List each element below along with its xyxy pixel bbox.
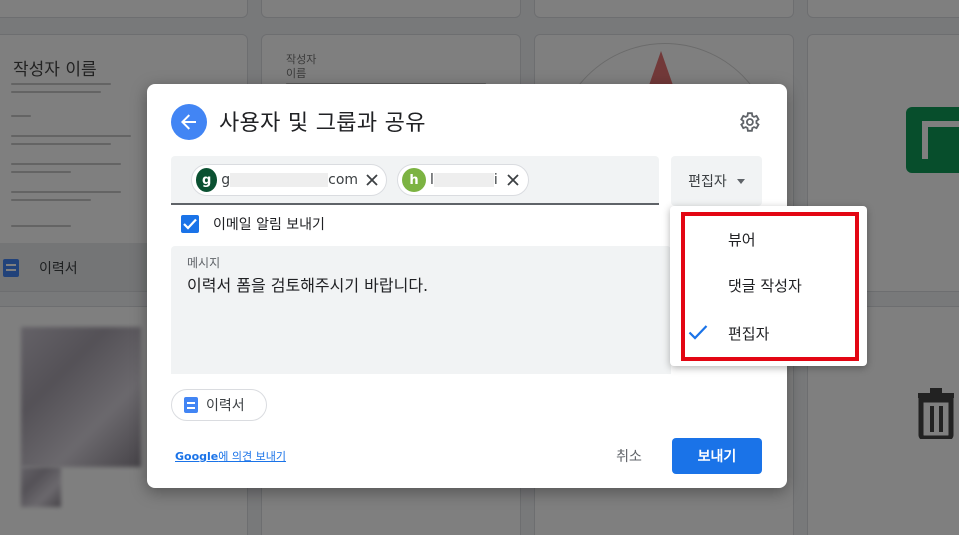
recipients-field[interactable]: g g com h li — [171, 156, 659, 205]
remove-chip-button[interactable] — [504, 171, 522, 189]
attachment-chip[interactable]: 이력서 — [171, 389, 267, 421]
caret-down-icon — [736, 178, 745, 184]
recipient-email: li — [430, 172, 498, 188]
message-textarea[interactable]: 메시지 이력서 폼을 검토해주시기 바랍니다. — [171, 246, 671, 374]
annotation-highlight-box — [681, 212, 859, 361]
close-icon — [366, 174, 378, 186]
attachment-label: 이력서 — [206, 398, 245, 414]
avatar: g — [196, 168, 218, 192]
back-button[interactable] — [171, 104, 207, 140]
message-label: 메시지 — [187, 256, 221, 270]
recipient-email: g com — [221, 172, 359, 188]
message-value: 이력서 폼을 검토해주시기 바랍니다. — [187, 276, 429, 295]
recipient-chip[interactable]: g g com — [191, 164, 387, 196]
dialog-title: 사용자 및 그룹과 공유 — [219, 111, 426, 136]
close-icon — [507, 174, 519, 186]
settings-gear-icon[interactable] — [737, 110, 761, 134]
notify-row: 이메일 알림 보내기 — [181, 214, 325, 234]
send-feedback-link[interactable]: Google에 의견 보내기 — [175, 448, 286, 464]
notify-checkbox[interactable] — [181, 215, 199, 233]
recipient-chip[interactable]: h li — [397, 164, 529, 196]
remove-chip-button[interactable] — [364, 171, 380, 189]
checkmark-icon — [183, 218, 197, 230]
avatar: h — [402, 168, 426, 192]
role-select-label: 편집자 — [688, 174, 727, 190]
send-button[interactable]: 보내기 — [672, 438, 762, 474]
docs-icon — [184, 397, 198, 413]
cancel-button[interactable]: 취소 — [599, 438, 659, 474]
notify-label: 이메일 알림 보내기 — [213, 217, 325, 233]
role-select-button[interactable]: 편집자 — [671, 156, 762, 206]
arrow-left-icon — [181, 114, 196, 130]
